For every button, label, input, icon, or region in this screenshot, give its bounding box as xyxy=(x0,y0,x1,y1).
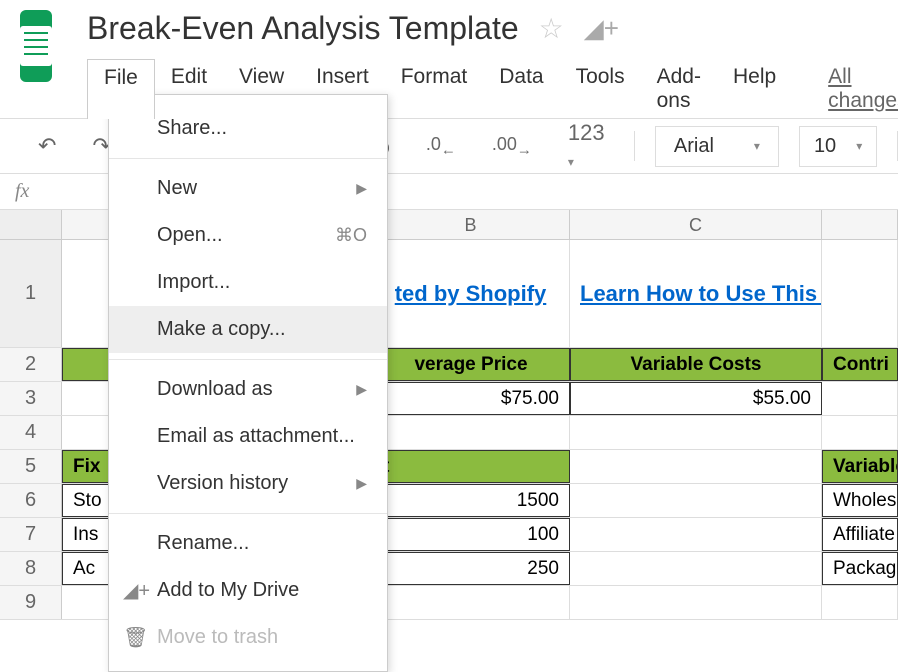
menu-open[interactable]: Open... ⌘O xyxy=(109,212,387,259)
row-header-5[interactable]: 5 xyxy=(0,450,62,483)
menu-version-history[interactable]: Version history ▶ xyxy=(109,460,387,507)
menu-addons[interactable]: Add-ons xyxy=(641,59,717,119)
select-all-corner[interactable] xyxy=(0,210,62,239)
drive-add-icon[interactable]: ◢+ xyxy=(584,13,619,44)
cell-b5[interactable]: t xyxy=(372,450,570,483)
menu-new[interactable]: New ▶ xyxy=(109,165,387,212)
cell-b4[interactable] xyxy=(372,416,570,449)
chevron-down-icon: ▾ xyxy=(754,139,760,153)
row-header-2[interactable]: 2 xyxy=(0,348,62,381)
undo-button[interactable]: ↶ xyxy=(30,129,64,163)
cell-b1-link[interactable]: ted by Shopify xyxy=(372,240,570,347)
row-header-4[interactable]: 4 xyxy=(0,416,62,449)
cell-d8[interactable]: Packagi xyxy=(822,552,898,585)
cell-b7[interactable]: 100 xyxy=(372,518,570,551)
cell-c2[interactable]: Variable Costs xyxy=(570,348,822,381)
star-icon[interactable]: ☆ xyxy=(539,12,564,45)
cell-c6[interactable] xyxy=(570,484,822,517)
cell-b6[interactable]: 1500 xyxy=(372,484,570,517)
cell-c7[interactable] xyxy=(570,518,822,551)
menu-move-to-trash: 🗑 Move to trash xyxy=(109,614,387,661)
font-size-value: 10 xyxy=(814,135,836,158)
cell-c3[interactable]: $55.00 xyxy=(570,382,822,415)
menu-rename[interactable]: Rename... xyxy=(109,520,387,567)
drive-icon: ◢+ xyxy=(123,578,150,603)
cell-d9[interactable] xyxy=(822,586,898,619)
cell-b2[interactable]: verage Price xyxy=(372,348,570,381)
cell-c4[interactable] xyxy=(570,416,822,449)
menu-help[interactable]: Help xyxy=(717,59,792,119)
cell-b8[interactable]: 250 xyxy=(372,552,570,585)
document-title[interactable]: Break-Even Analysis Template xyxy=(87,10,519,47)
cell-c8[interactable] xyxy=(570,552,822,585)
menu-data[interactable]: Data xyxy=(483,59,559,119)
cell-d4[interactable] xyxy=(822,416,898,449)
row-header-3[interactable]: 3 xyxy=(0,382,62,415)
menu-add-to-drive[interactable]: ◢+ Add to My Drive xyxy=(109,567,387,614)
cell-d7[interactable]: Affiliate xyxy=(822,518,898,551)
cell-b9[interactable] xyxy=(372,586,570,619)
cell-d6[interactable]: Wholesa xyxy=(822,484,898,517)
column-header-d[interactable] xyxy=(822,210,898,239)
keyboard-shortcut: ⌘O xyxy=(335,225,367,246)
trash-icon: 🗑 xyxy=(123,625,148,650)
cell-b3[interactable]: $75.00 xyxy=(372,382,570,415)
row-header-1[interactable]: 1 xyxy=(0,240,62,347)
menu-download-as[interactable]: Download as ▶ xyxy=(109,366,387,413)
sheets-logo[interactable] xyxy=(20,10,52,82)
row-header-7[interactable]: 7 xyxy=(0,518,62,551)
chevron-down-icon: ▾ xyxy=(856,139,862,153)
row-header-8[interactable]: 8 xyxy=(0,552,62,585)
submenu-arrow-icon: ▶ xyxy=(356,475,367,492)
file-menu-dropdown: Share... New ▶ Open... ⌘O Import... Make… xyxy=(108,94,388,672)
cell-c9[interactable] xyxy=(570,586,822,619)
submenu-arrow-icon: ▶ xyxy=(356,180,367,197)
cell-d1[interactable] xyxy=(822,240,898,347)
menu-email-attachment[interactable]: Email as attachment... xyxy=(109,413,387,460)
submenu-arrow-icon: ▶ xyxy=(356,381,367,398)
decrease-decimal-button[interactable]: .0← xyxy=(418,130,464,163)
number-format-button[interactable]: 123 ▾ xyxy=(560,116,614,176)
menu-format[interactable]: Format xyxy=(385,59,484,119)
menu-make-copy[interactable]: Make a copy... xyxy=(109,306,387,353)
all-changes-link[interactable]: All changes xyxy=(812,59,898,119)
cell-d5[interactable]: Variable xyxy=(822,450,898,483)
row-header-9[interactable]: 9 xyxy=(0,586,62,619)
fx-label: fx xyxy=(15,180,29,203)
column-header-b[interactable]: B xyxy=(372,210,570,239)
font-name: Arial xyxy=(674,135,714,158)
font-selector[interactable]: Arial ▾ xyxy=(655,126,779,167)
row-header-6[interactable]: 6 xyxy=(0,484,62,517)
cell-d2[interactable]: Contri xyxy=(822,348,898,381)
menu-import[interactable]: Import... xyxy=(109,259,387,306)
cell-c1-link[interactable]: Learn How to Use This Sp xyxy=(570,240,822,347)
menu-tools[interactable]: Tools xyxy=(560,59,641,119)
column-header-c[interactable]: C xyxy=(570,210,822,239)
font-size-selector[interactable]: 10 ▾ xyxy=(799,126,877,167)
menu-file[interactable]: File xyxy=(87,59,155,119)
cell-d3[interactable] xyxy=(822,382,898,415)
cell-c5[interactable] xyxy=(570,450,822,483)
increase-decimal-button[interactable]: .00→ xyxy=(484,130,540,163)
